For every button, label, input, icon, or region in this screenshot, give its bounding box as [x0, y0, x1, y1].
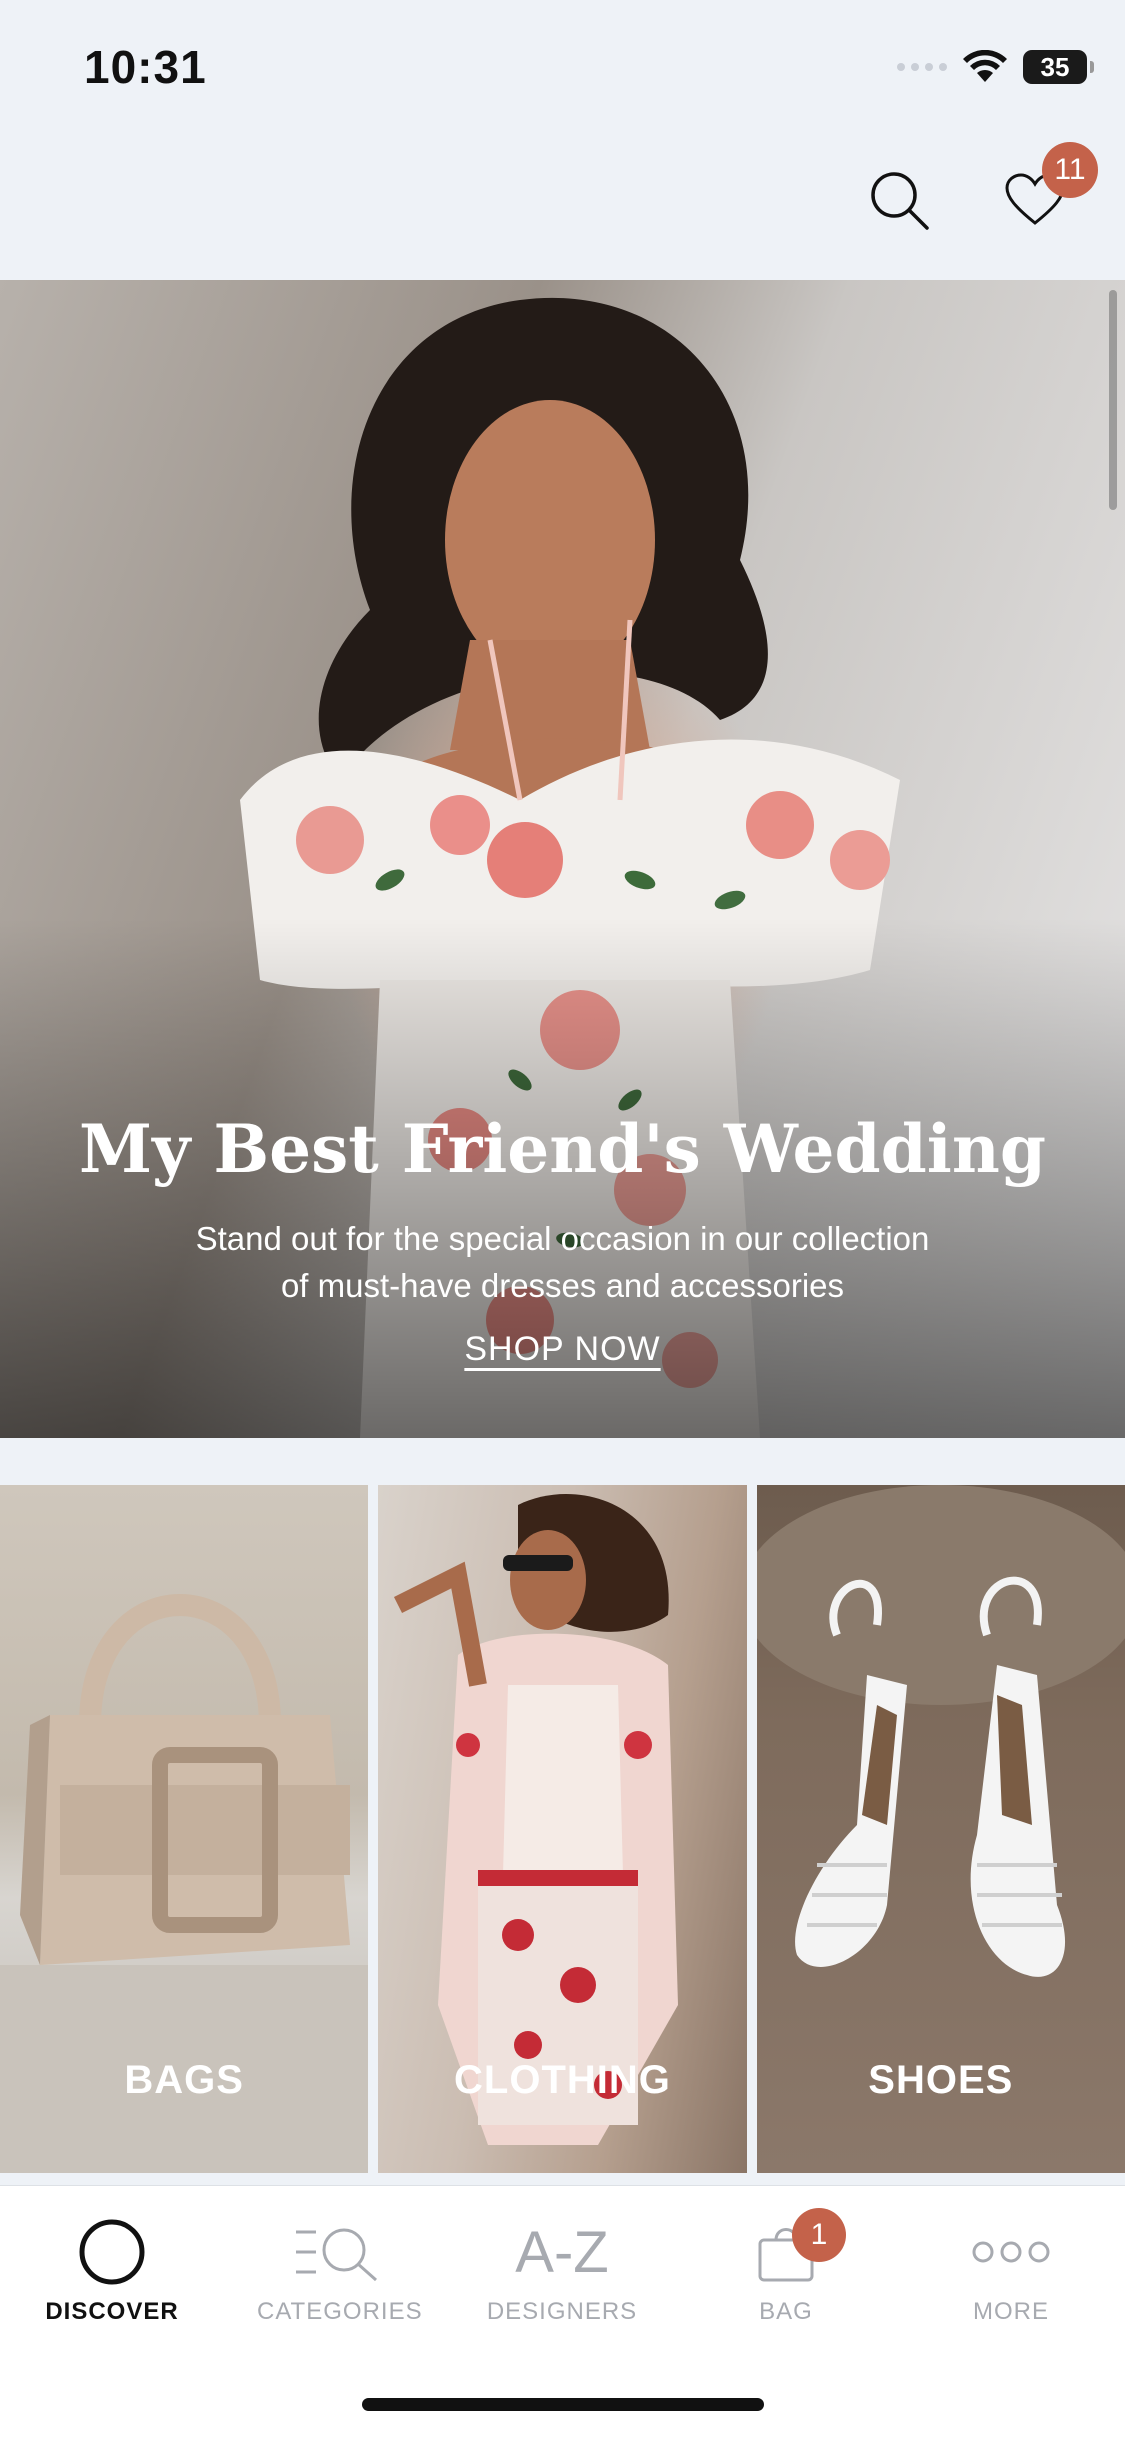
search-button[interactable]: [864, 165, 934, 235]
tab-bag[interactable]: 1 BAG: [706, 2208, 866, 2326]
home-indicator[interactable]: [362, 2398, 764, 2411]
shop-now-link[interactable]: SHOP NOW: [464, 1330, 660, 1368]
hero-banner[interactable]: My Best Friend's Wedding Stand out for t…: [0, 280, 1125, 1438]
scroll-indicator[interactable]: [1109, 290, 1117, 510]
status-icons: 35: [897, 50, 1094, 84]
circle-icon: [79, 2219, 145, 2285]
cellular-signal-icon: [897, 63, 947, 71]
tab-icon-wrapper: A-Z: [482, 2212, 642, 2292]
tab-icon-wrapper: [32, 2212, 192, 2292]
wifi-icon: [963, 50, 1007, 82]
status-time: 10:31: [84, 41, 207, 93]
category-label: BAGS: [124, 2058, 244, 2102]
category-tiles: BAGS CLOTHING SHOES: [0, 1485, 1125, 2173]
wishlist-button[interactable]: 11: [1002, 142, 1098, 230]
category-tile-shoes[interactable]: SHOES: [756, 1485, 1125, 2173]
shop-now-link-wrapper: SHOP NOW: [0, 1330, 1125, 1369]
tab-label: CATEGORIES: [257, 2298, 423, 2325]
tab-icon-wrapper: [931, 2212, 1091, 2292]
tab-more[interactable]: MORE: [931, 2212, 1091, 2326]
hero-subtitle-line-2: of must-have dresses and accessories: [280, 1267, 845, 1304]
category-tile-bags[interactable]: BAGS: [0, 1485, 369, 2173]
tab-categories[interactable]: CATEGORIES: [257, 2212, 423, 2326]
bag-count-badge: 1: [792, 2208, 846, 2262]
more-icon: [972, 2241, 1050, 2263]
hero-subtitle-line-1: Stand out for the special occasion in ou…: [195, 1220, 930, 1257]
tab-designers[interactable]: A-Z DESIGNERS: [482, 2212, 642, 2326]
tab-label: BAG: [759, 2298, 813, 2325]
category-label: CLOTHING: [454, 2058, 671, 2102]
search-icon: [871, 172, 929, 230]
tab-label: MORE: [973, 2298, 1049, 2325]
tab-label: DISCOVER: [45, 2298, 179, 2325]
hero-subtitle: Stand out for the special occasion in ou…: [140, 1215, 985, 1309]
tab-discover[interactable]: DISCOVER: [32, 2212, 192, 2326]
battery-icon: 35: [1023, 50, 1094, 84]
categories-icon: [296, 2228, 377, 2282]
az-icon: A-Z: [515, 2219, 609, 2285]
tab-icon-wrapper: 1: [706, 2208, 866, 2292]
status-bar: 10:31 35: [0, 0, 1125, 130]
wishlist-count-badge: 11: [1042, 142, 1098, 198]
tab-label: DESIGNERS: [486, 2298, 638, 2325]
category-tile-clothing[interactable]: CLOTHING: [378, 1485, 747, 2173]
tab-icon-wrapper: [257, 2212, 417, 2292]
top-nav: 11: [0, 130, 1125, 270]
category-label: SHOES: [868, 2058, 1014, 2102]
hero-title: My Best Friend's Wedding: [78, 1110, 1047, 1188]
